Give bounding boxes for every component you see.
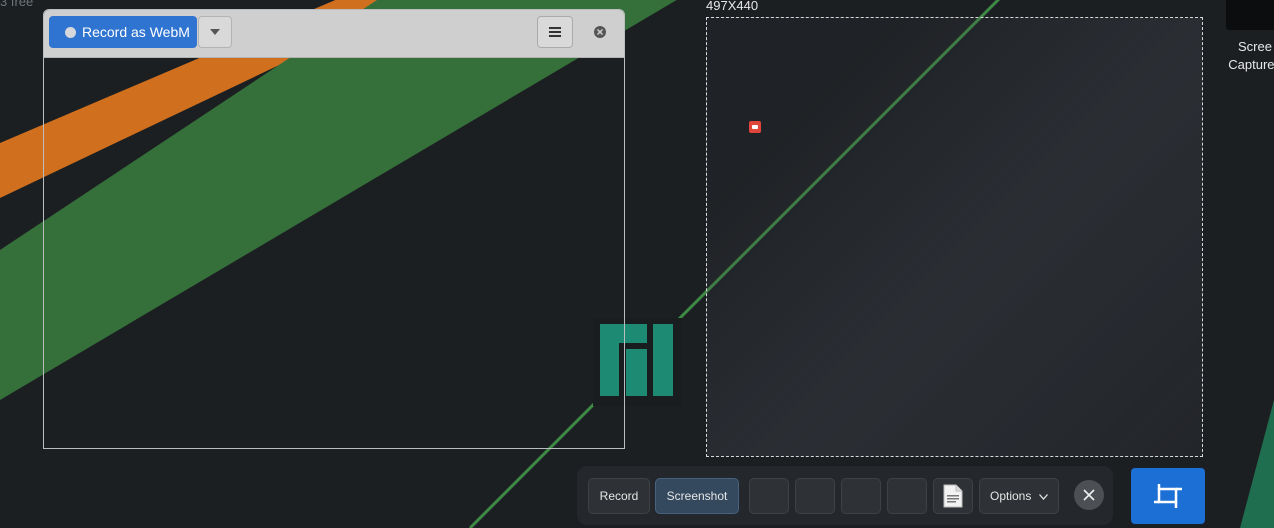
toolbar-close-button[interactable]: [1074, 480, 1104, 510]
capture-selection-area[interactable]: [706, 17, 1203, 457]
window-close-button[interactable]: [593, 25, 607, 39]
close-icon: [1083, 489, 1095, 501]
format-dropdown-button[interactable]: [198, 16, 232, 48]
screenshot-mode-button[interactable]: Screenshot: [655, 478, 739, 514]
screenshot-toolbar: Record Screenshot Options: [577, 466, 1113, 525]
selection-size-label: 497X440: [706, 0, 759, 13]
record-mode-label: Record: [599, 489, 639, 503]
desktop-file-label[interactable]: Scree Capture_: [1210, 38, 1274, 74]
screenshot-mode-label: Screenshot: [666, 489, 728, 503]
caret-down-icon: [210, 29, 220, 35]
record-as-webm-label: Record as WebM: [82, 24, 190, 40]
record-dot-icon: [65, 26, 76, 38]
document-button[interactable]: [933, 478, 973, 514]
crop-icon: [1154, 484, 1182, 508]
hamburger-menu-icon: [549, 27, 561, 37]
capture-option-button-3[interactable]: [841, 478, 881, 514]
chevron-down-icon: [1039, 494, 1048, 500]
desktop-file-label-line1: Scree: [1238, 39, 1272, 54]
record-mode-button[interactable]: Record: [588, 478, 650, 514]
capture-option-button-4[interactable]: [887, 478, 927, 514]
close-circle-icon: [594, 26, 606, 38]
desktop-file-label-line2: Capture_: [1228, 57, 1274, 72]
video-thumbnail-icon[interactable]: [1226, 0, 1274, 30]
capture-option-button-1[interactable]: [749, 478, 789, 514]
recorder-window: Record as WebM: [43, 9, 625, 449]
document-icon: [943, 484, 963, 508]
recorder-header: Record as WebM: [44, 10, 624, 58]
crop-button[interactable]: [1131, 468, 1205, 524]
options-dropdown[interactable]: Options: [979, 478, 1059, 514]
capture-option-button-2[interactable]: [795, 478, 835, 514]
recorder-app-icon: [749, 121, 761, 133]
partial-disk-label: 3 free: [0, 0, 34, 9]
record-as-webm-button[interactable]: Record as WebM: [49, 16, 197, 48]
options-label: Options: [990, 489, 1032, 503]
menu-button[interactable]: [537, 16, 573, 48]
